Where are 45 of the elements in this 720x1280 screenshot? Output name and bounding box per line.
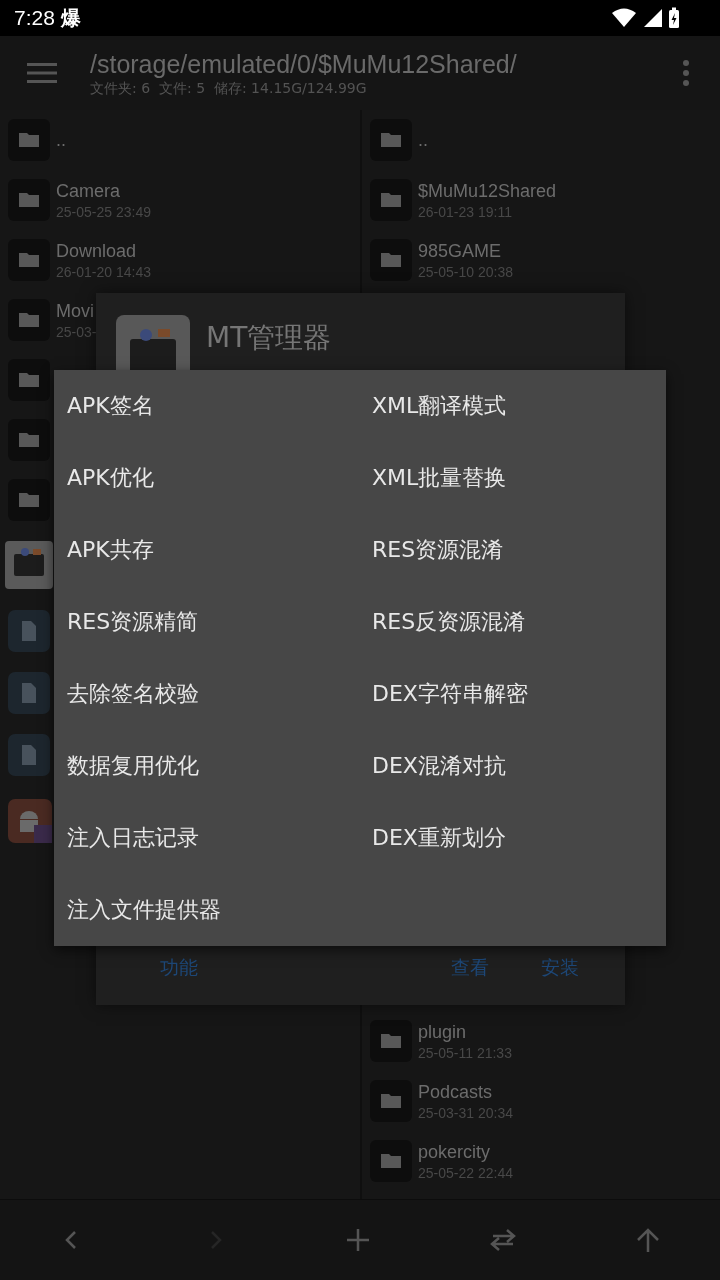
wifi-icon: [612, 8, 636, 28]
battery-icon: [668, 7, 680, 29]
folder-icon: [370, 1080, 412, 1122]
android-app-icon: [8, 799, 52, 843]
menu-item[interactable]: APK签名: [54, 370, 359, 442]
folder-icon: [8, 239, 50, 281]
menu-item[interactable]: DEX重新划分: [359, 802, 666, 874]
folder-icon: [370, 239, 412, 281]
menu-icon[interactable]: [27, 62, 57, 84]
menu-item[interactable]: 注入日志记录: [54, 802, 359, 874]
dialog-title: MT管理器: [206, 320, 332, 356]
menu-item[interactable]: RES资源混淆: [359, 514, 666, 586]
app-icon: [5, 541, 53, 589]
folder-icon: [8, 419, 50, 461]
more-icon[interactable]: [682, 60, 690, 86]
folder-icon: [8, 299, 50, 341]
folder-icon: [370, 119, 412, 161]
file-icon: [8, 672, 50, 714]
menu-item[interactable]: XML批量替换: [359, 442, 666, 514]
menu-item[interactable]: 注入文件提供器: [54, 874, 359, 946]
folder-icon: [8, 359, 50, 401]
notification-icon: 爆: [60, 4, 81, 32]
folder-icon: [8, 179, 50, 221]
menu-item[interactable]: 数据复用优化: [54, 730, 359, 802]
folder-path: /storage/emulated/0/$MuMu12Shared/: [90, 49, 518, 79]
menu-item[interactable]: 去除签名校验: [54, 658, 359, 730]
storage-info: 文件夹: 6 文件: 5 储存: 14.15G/124.99G: [90, 79, 368, 97]
signal-icon: [642, 8, 662, 28]
menu-item[interactable]: DEX混淆对抗: [359, 730, 666, 802]
menu-item[interactable]: APK共存: [54, 514, 359, 586]
app-icon: [116, 315, 190, 370]
folder-icon: [370, 1140, 412, 1182]
file-name[interactable]: plugin: [418, 1020, 512, 1044]
menu-item[interactable]: DEX字符串解密: [359, 658, 666, 730]
menu-item[interactable]: XML翻译模式: [359, 370, 666, 442]
file-icon: [8, 610, 50, 652]
menu-item[interactable]: APK优化: [54, 442, 359, 514]
folder-icon: [8, 119, 50, 161]
folder-icon: [370, 1020, 412, 1062]
menu-item[interactable]: RES反资源混淆: [359, 586, 666, 658]
clock: 7:28: [14, 6, 55, 30]
menu-item[interactable]: RES资源精简: [54, 586, 359, 658]
file-icon: [8, 734, 50, 776]
folder-icon: [370, 179, 412, 221]
folder-icon: [8, 479, 50, 521]
